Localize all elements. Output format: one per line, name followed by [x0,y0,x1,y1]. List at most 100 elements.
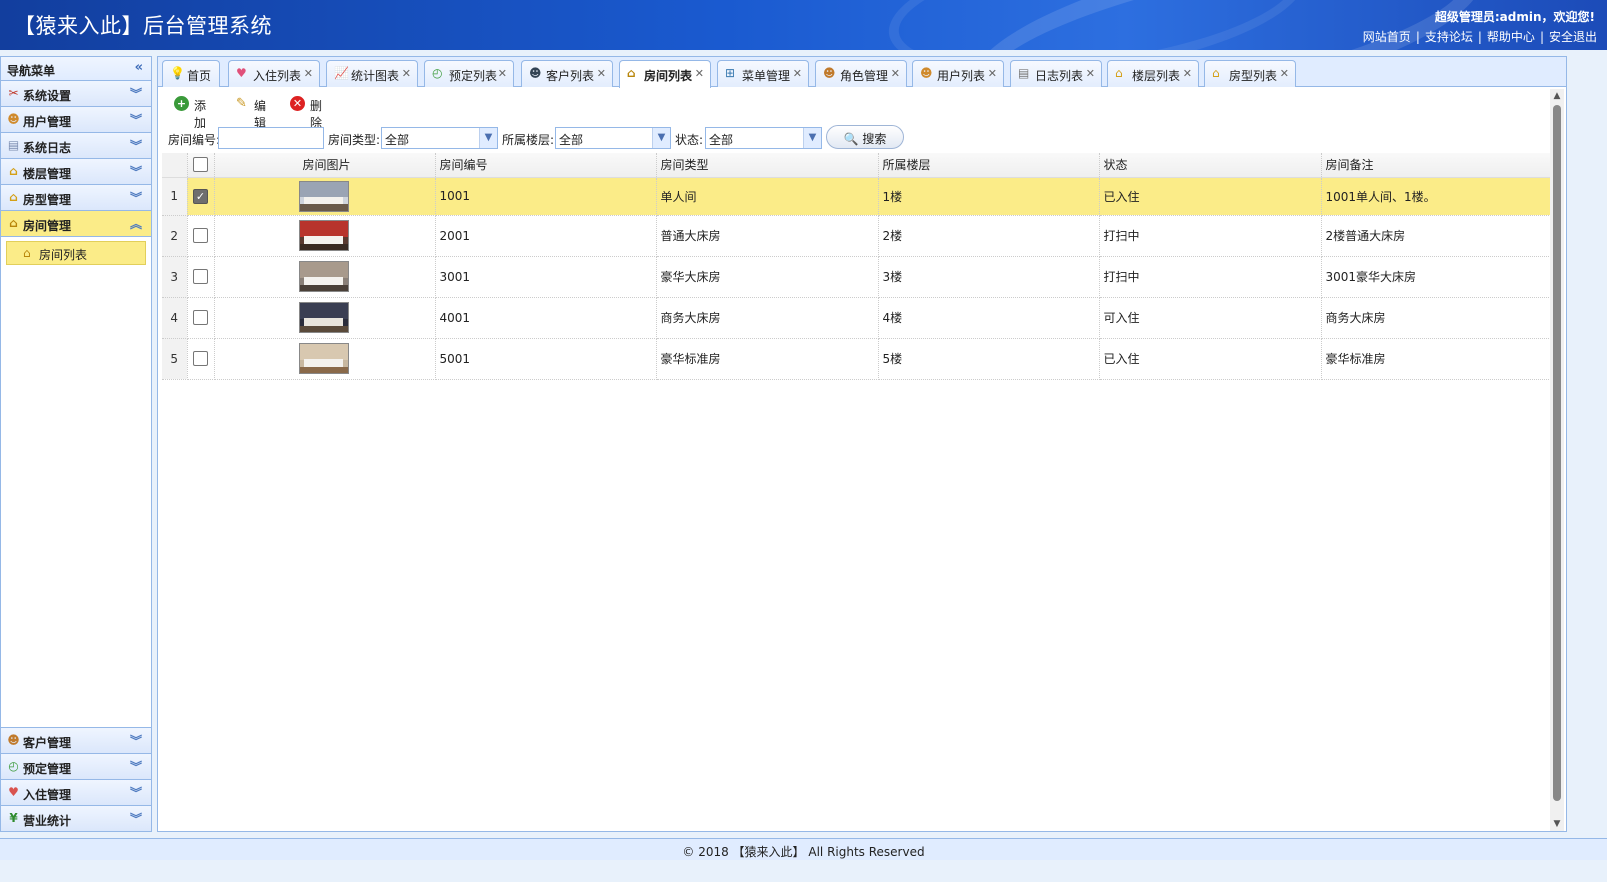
sidebar: 导航菜单 « ✂ 系统设置 ︾ ☻ 用户管理 ︾ ▤ 系统日志 ︾ ⌂ 楼层管理… [0,56,152,832]
sidebar-group-floors[interactable]: ⌂ 楼层管理 ︾ [1,159,151,185]
close-icon[interactable]: ✕ [498,67,507,80]
tab-floor-list[interactable]: ⌂ 楼层列表 ✕ [1107,60,1199,87]
close-icon[interactable]: ✕ [1280,67,1289,80]
room-no-input[interactable] [218,127,324,149]
link-help[interactable]: 帮助中心 [1487,30,1535,44]
sidebar-bottom-groups: ☻ 客户管理 ︾ ◴ 预定管理 ︾ ♥ 入住管理 ︾ ¥ 营业统计 ︾ [1,727,151,831]
status-cell: 已入住 [1099,177,1322,216]
close-icon[interactable]: ✕ [695,67,704,80]
tab-room-list[interactable]: ⌂ 房间列表 ✕ [619,60,711,88]
sidebar-group-rooms[interactable]: ⌂ 房间管理 ︽ [1,211,151,237]
table-row[interactable]: 4 4001 商务大床房 4楼 可入住 商务大床房 [162,297,1553,339]
table-row[interactable]: 3 3001 豪华大床房 3楼 打扫中 3001豪华大床房 [162,256,1553,298]
link-home[interactable]: 网站首页 [1363,30,1411,44]
log-icon: ▤ [7,138,20,152]
tab-label: 楼层列表 [1132,69,1181,83]
scroll-down-icon[interactable]: ▼ [1550,817,1564,831]
row-checkbox[interactable] [193,351,208,366]
sidebar-group-users[interactable]: ☻ 用户管理 ︾ [1,107,151,133]
sidebar-group-system[interactable]: ✂ 系统设置 ︾ [1,81,151,107]
row-number: 3 [162,256,188,298]
tab-menu-mgmt[interactable]: ⊞ 菜单管理 ✕ [717,60,809,87]
remark-cell: 1001单人间、1楼。 [1321,177,1553,216]
link-forum[interactable]: 支持论坛 [1425,30,1473,44]
room-type-select[interactable]: 全部 ▼ [381,127,498,149]
search-button[interactable]: 🔍 搜索 [826,125,904,149]
collapse-sidebar-icon[interactable]: « [135,60,143,75]
scroll-up-icon[interactable]: ▲ [1550,89,1564,103]
column-header[interactable]: 房间类型 [656,153,879,178]
tab-label: 用户列表 [937,69,986,83]
column-header[interactable]: 状态 [1099,153,1322,178]
close-icon[interactable]: ✕ [1086,67,1095,80]
status-select[interactable]: 全部 ▼ [705,127,822,149]
app-header: 【猿来入此】后台管理系统 超级管理员:admin，欢迎您! 网站首页 | 支持论坛 |… [0,0,1607,50]
scrollbar-thumb[interactable] [1553,105,1561,801]
floor-select[interactable]: 全部 ▼ [555,127,671,149]
table-row[interactable]: 2 2001 普通大床房 2楼 打扫中 2楼普通大床房 [162,215,1553,257]
tab-label: 客户列表 [546,69,595,83]
sidebar-group-stats[interactable]: ¥ 营业统计 ︾ [1,805,151,831]
user-icon: ☻ [7,112,20,126]
table-row[interactable]: 1 ✓ 1001 单人间 1楼 已入住 1001单人间、1楼。 [162,177,1553,216]
house-icon: ⌂ [9,216,18,230]
close-icon[interactable]: ✕ [597,67,606,80]
tab-role-mgmt[interactable]: ☻ 角色管理 ✕ [815,60,907,87]
close-icon[interactable]: ✕ [891,67,900,80]
column-header[interactable]: 房间备注 [1321,153,1553,178]
close-icon[interactable]: ✕ [1183,67,1192,80]
tab-customer-list[interactable]: ☻ 客户列表 ✕ [521,60,613,87]
sidebar-group-customers[interactable]: ☻ 客户管理 ︾ [1,727,151,753]
row-checkbox-cell: ✓ [187,177,215,216]
close-icon[interactable]: ✕ [402,67,411,80]
close-icon[interactable]: ✕ [793,67,802,80]
sidebar-group-room-types[interactable]: ⌂ 房型管理 ︾ [1,185,151,211]
chevron-up-icon: ︽ [129,217,142,231]
column-header[interactable]: 房间编号 [435,153,657,178]
floor-cell: 5楼 [878,338,1100,380]
room-type-label: 房间类型: [328,133,381,147]
column-header[interactable]: 房间图片 [214,153,436,178]
tab-home[interactable]: 💡 首页 [162,60,220,87]
yen-icon: ¥ [9,811,18,825]
close-icon[interactable]: ✕ [304,67,313,80]
tab-log-list[interactable]: ▤ 日志列表 ✕ [1010,60,1102,87]
table-row[interactable]: 5 5001 豪华标准房 5楼 已入住 豪华标准房 [162,338,1553,380]
row-checkbox[interactable] [193,310,208,325]
chevron-down-icon: ︾ [129,139,142,153]
tab-reservation-list[interactable]: ◴ 预定列表 ✕ [424,60,514,87]
sidebar-group-label: 预定管理 [23,762,72,776]
select-all-checkbox[interactable] [193,157,208,173]
room-type-cell: 豪华大床房 [656,256,879,298]
sidebar-item-room-list[interactable]: ⌂ 房间列表 [6,241,146,265]
row-number: 2 [162,215,188,257]
chart-icon: 📈 [334,66,349,80]
row-checkbox[interactable] [193,228,208,243]
sidebar-group-checkin[interactable]: ♥ 入住管理 ︾ [1,779,151,805]
house-icon: ⌂ [627,66,636,80]
status-cell: 已入住 [1099,338,1322,380]
tab-checkin-list[interactable]: ♥ 入住列表 ✕ [228,60,320,87]
row-checkbox[interactable] [193,269,208,284]
chevron-down-icon: ︾ [129,113,142,127]
close-icon[interactable]: ✕ [988,67,997,80]
sidebar-group-reservations[interactable]: ◴ 预定管理 ︾ [1,753,151,779]
room-image-cell [214,177,436,216]
tab-room-type-list[interactable]: ⌂ 房型列表 ✕ [1204,60,1296,87]
vertical-scrollbar[interactable]: ▲ ▼ [1550,89,1564,831]
sidebar-group-logs[interactable]: ▤ 系统日志 ︾ [1,133,151,159]
column-header[interactable]: 所属楼层 [878,153,1100,178]
row-checkbox[interactable]: ✓ [193,188,208,204]
sidebar-item-label: 房间列表 [39,248,88,262]
link-logout[interactable]: 安全退出 [1549,30,1597,44]
floor-label: 所属楼层: [502,133,555,147]
tab-user-list[interactable]: ☻ 用户列表 ✕ [912,60,1004,87]
tab-label: 日志列表 [1035,69,1084,83]
tab-stats-chart[interactable]: 📈 统计图表 ✕ [326,60,418,87]
status-value: 全部 [709,133,734,147]
delete-icon: ✕ [290,96,305,111]
row-checkbox-cell [187,215,215,257]
floor-value: 全部 [559,133,584,147]
room-type-cell: 豪华标准房 [656,338,879,380]
room-type-cell: 普通大床房 [656,215,879,257]
